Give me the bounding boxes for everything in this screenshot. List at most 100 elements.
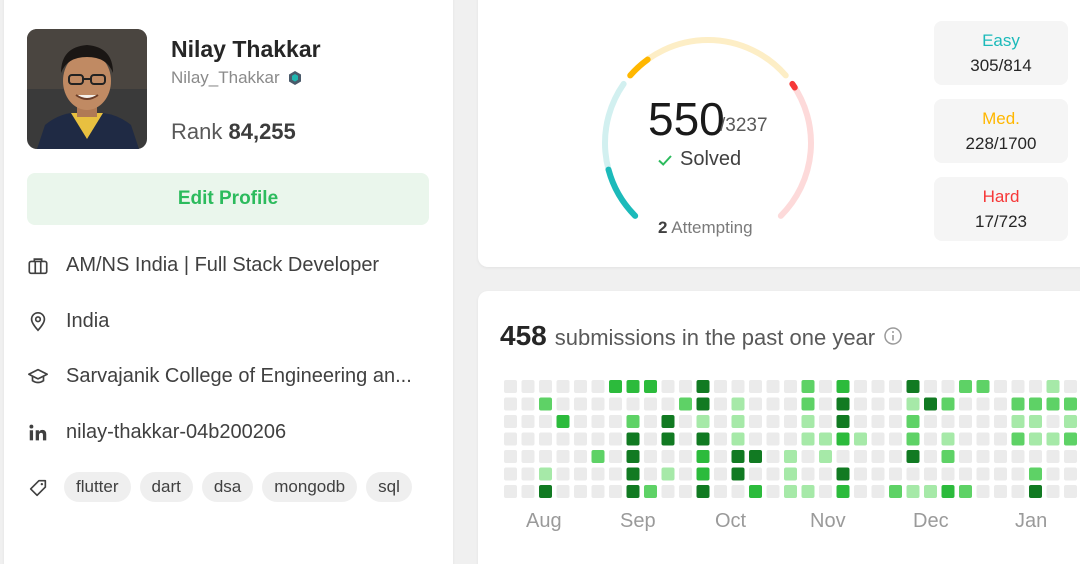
heatmap-day-cell[interactable] [766, 467, 780, 481]
heatmap-day-cell[interactable] [644, 380, 657, 393]
heatmap-day-cell[interactable] [906, 467, 920, 481]
heatmap-day-cell[interactable] [591, 450, 605, 463]
heatmap-day-cell[interactable] [609, 485, 622, 498]
heatmap-day-cell[interactable] [749, 397, 762, 411]
heatmap-day-cell[interactable] [731, 467, 745, 481]
heatmap-day-cell[interactable] [854, 485, 867, 498]
heatmap-day-cell[interactable] [609, 415, 622, 428]
heatmap-day-cell[interactable] [696, 415, 710, 428]
heatmap-day-cell[interactable] [766, 432, 780, 446]
heatmap-day-cell[interactable] [696, 485, 710, 498]
heatmap-day-cell[interactable] [609, 467, 622, 481]
heatmap-day-cell[interactable] [941, 467, 955, 481]
heatmap-day-cell[interactable] [609, 380, 622, 393]
heatmap-day-cell[interactable] [1029, 485, 1042, 498]
heatmap-day-cell[interactable] [731, 485, 745, 498]
heatmap-day-cell[interactable] [661, 380, 675, 393]
heatmap-day-cell[interactable] [994, 450, 1007, 463]
heatmap-day-cell[interactable] [976, 450, 990, 463]
heatmap-day-cell[interactable] [959, 380, 972, 393]
heatmap-day-cell[interactable] [1029, 432, 1042, 446]
heatmap-day-cell[interactable] [801, 467, 815, 481]
heatmap-day-cell[interactable] [889, 415, 902, 428]
heatmap-day-cell[interactable] [959, 485, 972, 498]
heatmap-day-cell[interactable] [766, 415, 780, 428]
heatmap-day-cell[interactable] [801, 450, 815, 463]
heatmap-day-cell[interactable] [924, 485, 937, 498]
heatmap-day-cell[interactable] [626, 450, 640, 463]
heatmap-day-cell[interactable] [784, 467, 797, 481]
heatmap-day-cell[interactable] [941, 485, 955, 498]
heatmap-day-cell[interactable] [504, 397, 517, 411]
heatmap-day-cell[interactable] [574, 450, 587, 463]
heatmap-day-cell[interactable] [661, 432, 675, 446]
heatmap-day-cell[interactable] [539, 415, 552, 428]
heatmap-day-cell[interactable] [836, 467, 850, 481]
heatmap-day-cell[interactable] [1011, 467, 1025, 481]
heatmap-day-cell[interactable] [731, 450, 745, 463]
heatmap-day-cell[interactable] [591, 380, 605, 393]
heatmap-day-cell[interactable] [714, 450, 727, 463]
heatmap-day-cell[interactable] [521, 397, 535, 411]
heatmap-day-cell[interactable] [521, 450, 535, 463]
heatmap-day-cell[interactable] [626, 485, 640, 498]
heatmap-day-cell[interactable] [521, 467, 535, 481]
heatmap-day-cell[interactable] [994, 415, 1007, 428]
heatmap-day-cell[interactable] [959, 432, 972, 446]
heatmap-day-cell[interactable] [871, 467, 885, 481]
linkedin-text[interactable]: nilay-thakkar-04b200206 [66, 421, 286, 444]
skill-tag[interactable]: dsa [201, 472, 254, 502]
heatmap-day-cell[interactable] [696, 380, 710, 393]
heatmap-day-cell[interactable] [836, 415, 850, 428]
heatmap-day-cell[interactable] [556, 450, 570, 463]
heatmap-day-cell[interactable] [871, 485, 885, 498]
heatmap-day-cell[interactable] [801, 432, 815, 446]
heatmap-day-cell[interactable] [679, 397, 692, 411]
heatmap-day-cell[interactable] [644, 485, 657, 498]
linkedin-row[interactable]: nilay-thakkar-04b200206 [27, 421, 286, 444]
heatmap-day-cell[interactable] [924, 467, 937, 481]
heatmap-day-cell[interactable] [1046, 415, 1060, 428]
skill-tag[interactable]: sql [366, 472, 412, 502]
heatmap-day-cell[interactable] [714, 397, 727, 411]
heatmap-day-cell[interactable] [626, 432, 640, 446]
heatmap-day-cell[interactable] [714, 485, 727, 498]
heatmap-day-cell[interactable] [696, 450, 710, 463]
heatmap-day-cell[interactable] [784, 450, 797, 463]
heatmap-day-cell[interactable] [836, 485, 850, 498]
heatmap-day-cell[interactable] [959, 397, 972, 411]
heatmap-day-cell[interactable] [661, 415, 675, 428]
heatmap-day-cell[interactable] [924, 432, 937, 446]
heatmap-day-cell[interactable] [889, 397, 902, 411]
edit-profile-button[interactable]: Edit Profile [27, 173, 429, 225]
heatmap-day-cell[interactable] [591, 432, 605, 446]
heatmap-day-cell[interactable] [539, 397, 552, 411]
heatmap-day-cell[interactable] [749, 450, 762, 463]
heatmap-day-cell[interactable] [766, 450, 780, 463]
heatmap-day-cell[interactable] [749, 380, 762, 393]
heatmap-day-cell[interactable] [1046, 397, 1060, 411]
heatmap-day-cell[interactable] [871, 415, 885, 428]
heatmap-day-cell[interactable] [731, 397, 745, 411]
heatmap-day-cell[interactable] [906, 380, 920, 393]
heatmap-day-cell[interactable] [574, 397, 587, 411]
heatmap-day-cell[interactable] [889, 380, 902, 393]
heatmap-day-cell[interactable] [556, 415, 570, 428]
heatmap-day-cell[interactable] [1011, 432, 1025, 446]
heatmap-day-cell[interactable] [871, 380, 885, 393]
heatmap-day-cell[interactable] [504, 380, 517, 393]
heatmap-day-cell[interactable] [906, 415, 920, 428]
heatmap-day-cell[interactable] [976, 432, 990, 446]
heatmap-day-cell[interactable] [766, 485, 780, 498]
info-icon[interactable] [883, 326, 903, 346]
heatmap-day-cell[interactable] [994, 397, 1007, 411]
heatmap-day-cell[interactable] [1011, 485, 1025, 498]
heatmap-day-cell[interactable] [1046, 432, 1060, 446]
heatmap-day-cell[interactable] [591, 397, 605, 411]
heatmap-day-cell[interactable] [819, 450, 832, 463]
heatmap-day-cell[interactable] [731, 432, 745, 446]
heatmap-day-cell[interactable] [504, 432, 517, 446]
heatmap-day-cell[interactable] [591, 485, 605, 498]
difficulty-medium[interactable]: Med. 228/1700 [934, 99, 1068, 163]
heatmap-day-cell[interactable] [749, 485, 762, 498]
